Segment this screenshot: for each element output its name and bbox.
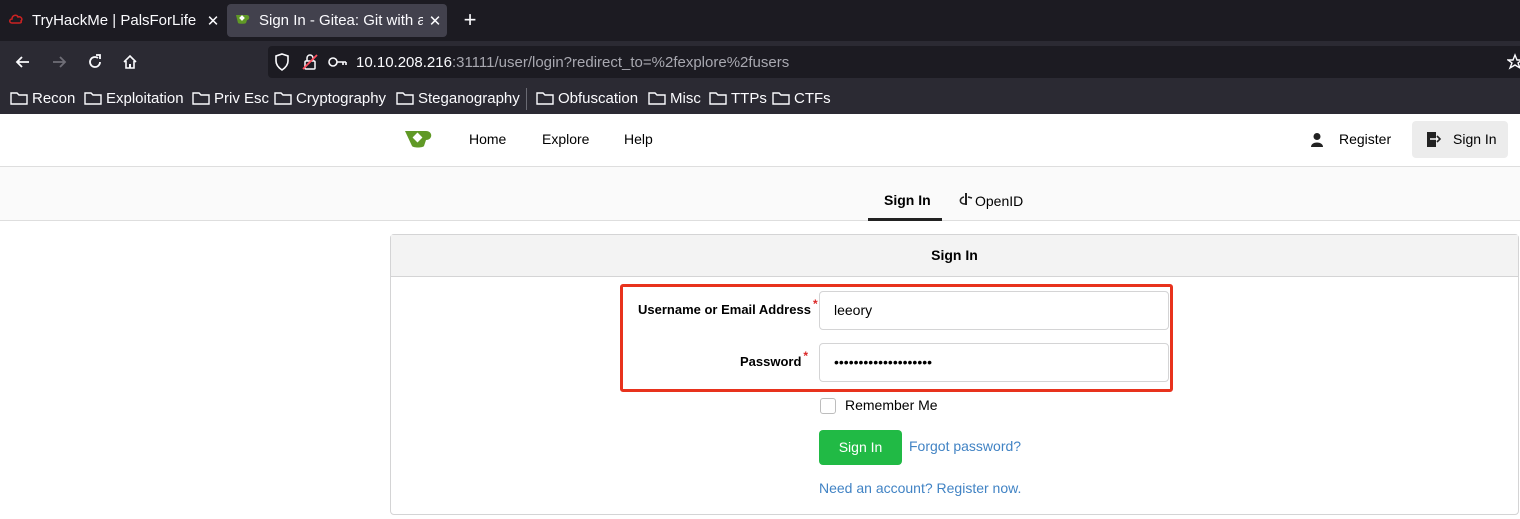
bookmark-label: Misc <box>670 89 701 107</box>
bookmark-folder-cryptography[interactable]: Cryptography <box>274 88 386 108</box>
key-icon[interactable] <box>328 54 348 73</box>
folder-icon <box>772 92 790 105</box>
signin-submit-button[interactable]: Sign In <box>819 430 902 465</box>
bookmark-folder-exploitation[interactable]: Exploitation <box>84 88 184 108</box>
bookmark-label: Recon <box>32 89 76 107</box>
shield-icon[interactable] <box>274 53 290 74</box>
close-icon[interactable]: ✕ <box>201 12 225 30</box>
bookmark-folder-recon[interactable]: Recon <box>10 88 75 108</box>
nav-home-link[interactable]: Home <box>469 131 506 147</box>
register-link[interactable]: Need an account? Register now. <box>819 480 1021 496</box>
gitea-navbar: Home Explore Help Register Sign In <box>0 114 1520 167</box>
nav-signin-label: Sign In <box>1453 131 1497 147</box>
openid-icon <box>957 192 973 209</box>
auth-tabs: Sign In OpenID <box>0 167 1520 221</box>
user-icon <box>1310 132 1324 151</box>
reload-icon[interactable] <box>82 49 108 75</box>
active-tab-indicator <box>868 218 942 221</box>
bookmark-folder-misc[interactable]: Misc <box>648 88 701 108</box>
tryhackme-cloud-icon <box>8 12 24 30</box>
tab-openid-label: OpenID <box>975 192 1024 209</box>
bookmark-folder-ctfs[interactable]: CTFs <box>772 88 831 108</box>
nav-help-link[interactable]: Help <box>624 131 653 147</box>
folder-icon <box>274 92 292 105</box>
bookmark-star-icon[interactable] <box>1505 53 1520 74</box>
bookmark-label: CTFs <box>794 89 831 107</box>
gitea-icon <box>235 12 251 29</box>
signin-form-header: Sign In <box>391 235 1518 277</box>
tab-tryhackme[interactable]: TryHackMe | PalsForLife ✕ <box>0 4 225 37</box>
bookmark-folder-steganography[interactable]: Steganography <box>396 88 520 108</box>
tab-title: Sign In - Gitea: Git with a cup of tea <box>259 12 423 29</box>
nav-explore-link[interactable]: Explore <box>542 131 589 147</box>
username-input[interactable]: leeory <box>819 291 1169 330</box>
back-arrow-icon[interactable] <box>10 49 36 75</box>
tab-signin[interactable]: Sign In <box>884 192 931 208</box>
required-asterisk: * <box>803 349 809 363</box>
bookmark-label: TTPs <box>731 89 767 107</box>
url-host: 10.10.208.216 <box>356 54 452 71</box>
bookmark-label: Obfuscation <box>558 89 639 107</box>
browser-tab-bar: TryHackMe | PalsForLife ✕ Sign In - Gite… <box>0 0 1520 41</box>
bookmark-label: Cryptography <box>296 89 387 107</box>
tab-title: TryHackMe | PalsForLife <box>32 12 197 29</box>
folder-icon <box>648 92 666 105</box>
bookmark-label: Steganography <box>418 89 520 107</box>
username-label: Username or Email Address * <box>638 297 818 317</box>
remember-me-label[interactable]: Remember Me <box>845 397 938 413</box>
password-label-text: Password <box>740 354 802 369</box>
remember-me-checkbox[interactable] <box>820 398 836 414</box>
home-icon[interactable] <box>117 49 143 75</box>
bookmark-folder-privesc[interactable]: Priv Esc <box>192 88 269 108</box>
tab-gitea-signin[interactable]: Sign In - Gitea: Git with a cup of tea ✕ <box>227 4 447 37</box>
close-icon[interactable]: ✕ <box>423 12 447 30</box>
sign-in-icon <box>1426 131 1442 151</box>
folder-icon <box>84 92 102 105</box>
insecure-lock-icon[interactable] <box>302 53 318 74</box>
forgot-password-link[interactable]: Forgot password? <box>909 438 1021 454</box>
required-asterisk: * <box>812 297 818 311</box>
nav-register-link[interactable]: Register <box>1339 131 1391 147</box>
bookmark-label: Exploitation <box>106 89 184 107</box>
folder-icon <box>10 92 28 105</box>
url-path: :31111/user/login?redirect_to=%2fexplore… <box>451 54 790 71</box>
forward-arrow-icon[interactable] <box>46 49 72 75</box>
new-tab-icon[interactable]: + <box>456 6 484 34</box>
bookmark-folder-obfuscation[interactable]: Obfuscation <box>536 88 638 108</box>
folder-icon <box>709 92 727 105</box>
bookmark-label: Priv Esc <box>214 89 270 107</box>
gitea-logo-icon[interactable] <box>404 128 434 153</box>
folder-icon <box>396 92 414 105</box>
nav-signin-button[interactable]: Sign In <box>1412 121 1508 158</box>
folder-icon <box>536 92 554 105</box>
address-bar[interactable]: 10.10.208.216:31111/user/login?redirect_… <box>268 46 1520 78</box>
bookmark-separator <box>526 88 527 110</box>
password-label: Password * <box>740 349 808 369</box>
bookmark-folder-ttps[interactable]: TTPs <box>709 88 767 108</box>
browser-navigation-bar: 10.10.208.216:31111/user/login?redirect_… <box>0 41 1520 83</box>
bookmarks-toolbar: Recon Exploitation Priv Esc Cryptography… <box>0 83 1520 114</box>
tab-openid[interactable]: OpenID <box>957 192 1023 209</box>
url-text[interactable]: 10.10.208.216:31111/user/login?redirect_… <box>356 54 789 71</box>
folder-icon <box>192 92 210 105</box>
username-label-text: Username or Email Address <box>638 302 811 317</box>
signin-form-card: Sign In Username or Email Address * leeor… <box>390 234 1519 515</box>
password-input[interactable]: •••••••••••••••••••• <box>819 343 1169 382</box>
